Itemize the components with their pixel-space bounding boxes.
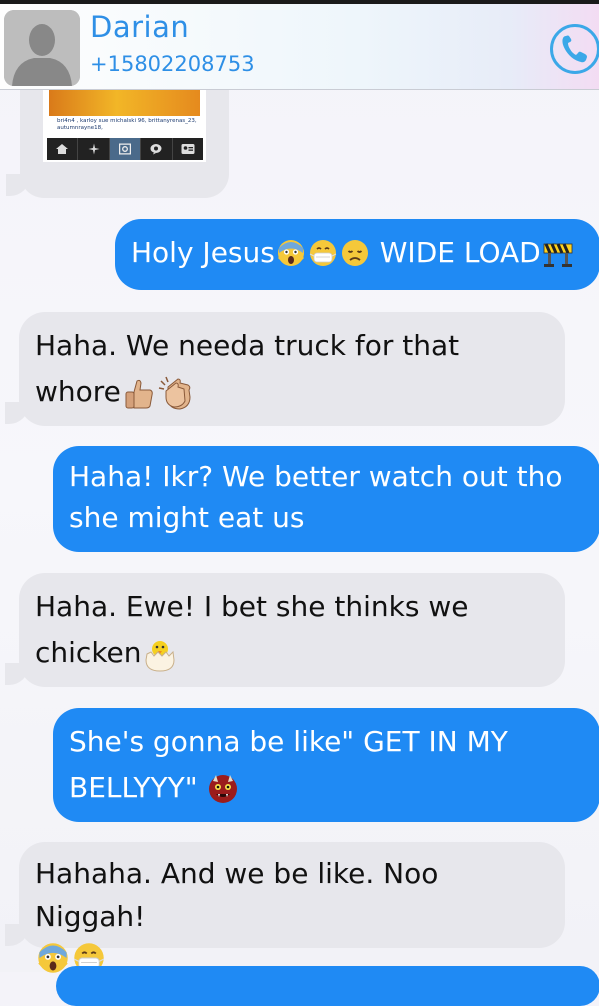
outgoing-message[interactable]: She's gonna be like" GET IN MY BELLYYY" bbox=[53, 708, 599, 822]
mask-face-icon bbox=[308, 237, 338, 267]
message-text-2: WIDE LOAD bbox=[370, 236, 541, 269]
explore-icon bbox=[78, 138, 110, 160]
screaming-face-icon bbox=[276, 237, 306, 267]
incoming-message[interactable]: Haha. We needa truck for that whore bbox=[19, 312, 565, 426]
message-line-2: she might eat us bbox=[69, 501, 305, 534]
message-text: Holy Jesus bbox=[131, 236, 275, 269]
outgoing-message[interactable]: Haha! Ikr? We better watch out tho she m… bbox=[53, 446, 599, 552]
person-silhouette-icon bbox=[4, 10, 80, 86]
message-text: chicken bbox=[35, 636, 142, 669]
contact-name: Darian bbox=[90, 10, 190, 44]
thumbs-up-icon bbox=[122, 377, 156, 411]
avatar[interactable] bbox=[4, 10, 80, 86]
call-button[interactable] bbox=[550, 24, 599, 74]
message-line-1: Haha. We needa truck for that bbox=[35, 329, 460, 362]
ogre-icon bbox=[207, 773, 239, 805]
bubble-tail bbox=[5, 402, 29, 424]
message-line-2: whore bbox=[35, 369, 549, 416]
incoming-message[interactable]: Haha. Ewe! I bet she thinks we chicken bbox=[19, 573, 565, 687]
home-icon bbox=[47, 138, 79, 160]
conversation-header: Darian +15802208753 bbox=[0, 0, 599, 90]
contact-number: +15802208753 bbox=[90, 52, 255, 76]
image-tabbar bbox=[47, 138, 203, 160]
phone-icon bbox=[562, 35, 587, 63]
message-line-2: chicken bbox=[35, 630, 549, 677]
message-line-1: Hahaha. And we be like. Noo Niggah! bbox=[35, 857, 439, 933]
clapping-hands-icon bbox=[158, 375, 196, 413]
construction-icon bbox=[542, 237, 574, 267]
outgoing-message[interactable]: Holy Jesus WIDE LOAD bbox=[115, 219, 599, 290]
disappointed-face-icon bbox=[340, 237, 370, 267]
camera-icon bbox=[109, 138, 142, 160]
shared-image[interactable]: bri4n4 , karloy sue michalski 96, britta… bbox=[43, 88, 206, 162]
message-text: BELLYYY" bbox=[69, 771, 198, 804]
image-caption: bri4n4 , karloy sue michalski 96, britta… bbox=[57, 118, 197, 131]
incoming-message[interactable]: Hahaha. And we be like. Noo Niggah! bbox=[19, 842, 565, 973]
news-icon bbox=[141, 138, 173, 160]
message-line-1: Haha! Ikr? We better watch out tho bbox=[69, 460, 563, 493]
bubble-tail bbox=[5, 663, 29, 685]
bubble-tail bbox=[6, 174, 30, 196]
message-line-2: BELLYYY" bbox=[69, 765, 584, 812]
image-photo bbox=[49, 88, 200, 116]
message-thread[interactable]: bri4n4 , karloy sue michalski 96, britta… bbox=[0, 0, 599, 1006]
message-line-1: She's gonna be like" GET IN MY bbox=[69, 725, 508, 758]
message-text: whore bbox=[35, 375, 121, 408]
hatching-chick-icon bbox=[143, 638, 177, 672]
profile-icon bbox=[173, 138, 203, 160]
message-line-1: Haha. Ewe! I bet she thinks we bbox=[35, 590, 469, 623]
outgoing-message-partial[interactable] bbox=[56, 966, 599, 1006]
bubble-tail bbox=[5, 924, 29, 946]
